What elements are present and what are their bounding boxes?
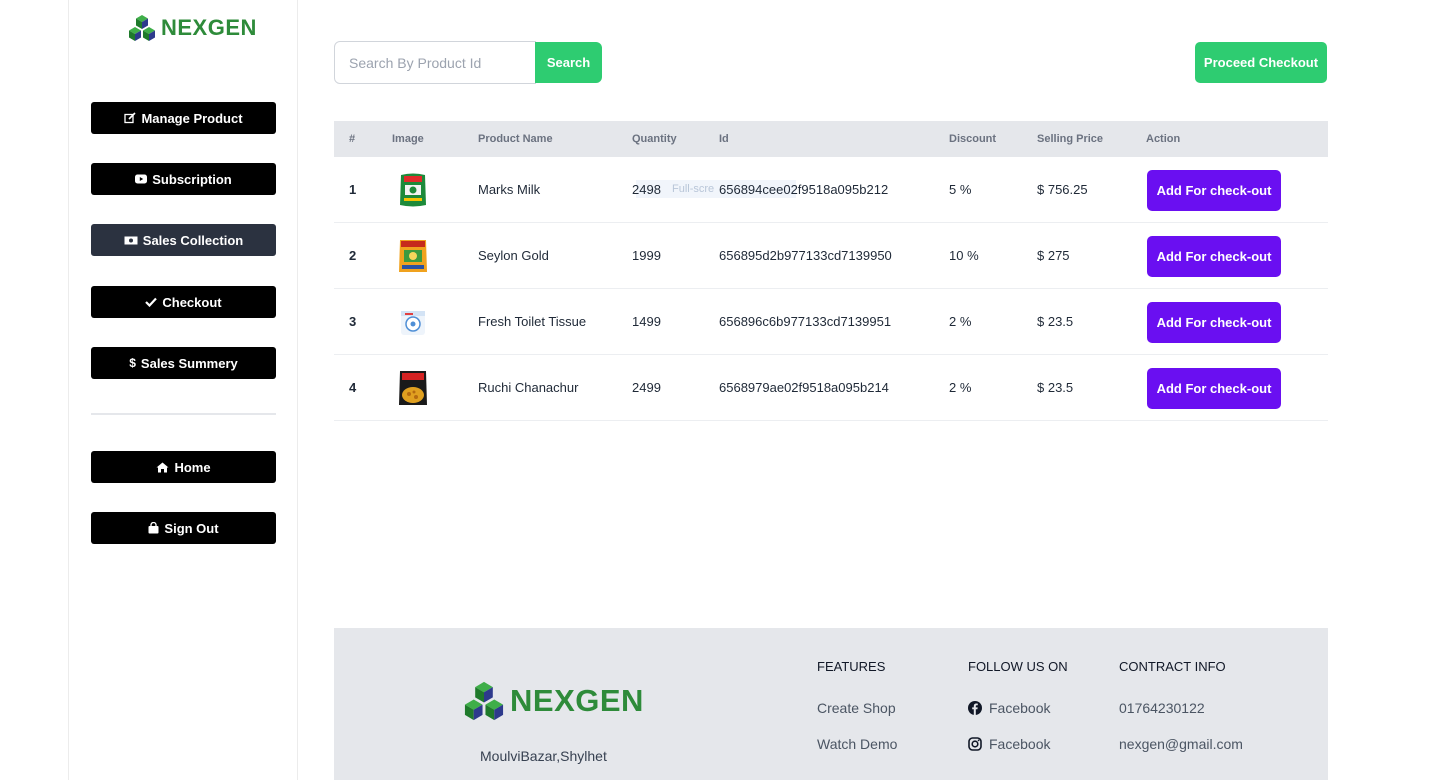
- table-row: 1 Marks Milk Full-scre 2498 656894cee02f…: [334, 157, 1328, 223]
- product-name: Ruchi Chanachur: [478, 380, 579, 395]
- home-label: Home: [174, 459, 211, 475]
- cubes-logo-icon: [129, 15, 155, 41]
- home-icon: [156, 462, 169, 473]
- manage-product-button[interactable]: Manage Product: [91, 102, 276, 134]
- product-name: Seylon Gold: [478, 248, 549, 263]
- manage-product-label: Manage Product: [141, 110, 243, 126]
- product-quantity: 2498: [632, 182, 661, 197]
- search-input[interactable]: [334, 41, 536, 84]
- product-quantity: 1999: [632, 248, 661, 263]
- header-image: Image: [392, 133, 424, 145]
- header-quantity: Quantity: [632, 133, 677, 145]
- header-index: #: [349, 133, 356, 145]
- proceed-checkout-button[interactable]: Proceed Checkout: [1195, 42, 1327, 83]
- sign-out-label: Sign Out: [164, 520, 219, 536]
- check-icon: [145, 297, 158, 307]
- row-number: 2: [349, 248, 357, 263]
- checkout-label: Checkout: [162, 294, 222, 310]
- product-quantity: 1499: [632, 314, 661, 329]
- edit-icon: [124, 112, 137, 124]
- cubes-logo-icon: [464, 681, 504, 721]
- checkout-button[interactable]: Checkout: [91, 286, 276, 318]
- dollar-icon: $: [129, 356, 136, 370]
- product-id: 6568979ae02f9518a095b214: [719, 380, 889, 395]
- product-name: Fresh Toilet Tissue: [478, 314, 587, 329]
- product-discount: 2 %: [949, 314, 972, 329]
- table-row: 3 Fresh Toilet Tissue 1499 656896c6b9771…: [334, 289, 1328, 355]
- table-row: 4 Ruchi Chanachur 2499 6568979ae02f9518a…: [334, 355, 1328, 421]
- sales-summery-label: Sales Summery: [140, 355, 238, 371]
- product-id: 656896c6b977133cd7139951: [719, 314, 892, 329]
- home-button[interactable]: Home: [91, 451, 276, 483]
- instagram-icon: [968, 737, 982, 751]
- sales-summery-button[interactable]: $ Sales Summery: [91, 347, 276, 379]
- product-price: $ 23.5: [1037, 380, 1074, 395]
- table-row: 2 Seylon Gold 1999 656895d2b977133cd7139…: [334, 223, 1328, 289]
- follow-us-heading: FOLLOW US ON: [968, 659, 1068, 674]
- contact-email[interactable]: nexgen@gmail.com: [1119, 736, 1243, 752]
- facebook-icon: [968, 701, 982, 715]
- header-selling-price: Selling Price: [1037, 133, 1104, 145]
- search-button[interactable]: Search: [535, 42, 602, 83]
- product-price: $ 275: [1037, 248, 1070, 263]
- sidebar-divider: [91, 413, 276, 415]
- table-header: # Image Product Name Quantity Id Discoun…: [334, 121, 1328, 157]
- footer-brand-logo[interactable]: NEXGEN: [462, 680, 644, 722]
- product-price: $ 23.5: [1037, 314, 1074, 329]
- product-id: 656894cee02f9518a095b212: [719, 182, 889, 197]
- tea-pack-image: [399, 240, 427, 272]
- money-bill-icon: [124, 236, 138, 245]
- tissue-roll-image: [401, 311, 425, 335]
- header-action: Action: [1146, 133, 1181, 145]
- footer-address: MoulviBazar,Shylhet: [480, 748, 607, 764]
- contact-phone: 01764230122: [1119, 700, 1205, 716]
- watch-demo-link[interactable]: Watch Demo: [817, 736, 897, 752]
- chanachur-pack-image: [399, 371, 427, 405]
- facebook-link[interactable]: Facebook: [968, 700, 1050, 716]
- product-discount: 10 %: [949, 248, 979, 263]
- add-for-checkout-button[interactable]: Add For check-out: [1147, 368, 1281, 409]
- add-for-checkout-button[interactable]: Add For check-out: [1147, 302, 1281, 343]
- add-for-checkout-button[interactable]: Add For check-out: [1147, 170, 1281, 211]
- product-name: Marks Milk: [478, 182, 541, 197]
- instagram-link[interactable]: Facebook: [968, 736, 1050, 752]
- instagram-link-label: Facebook: [989, 736, 1051, 752]
- add-for-checkout-button[interactable]: Add For check-out: [1147, 236, 1281, 277]
- subscription-label: Subscription: [152, 171, 232, 187]
- brand-logo[interactable]: NEXGEN: [127, 14, 257, 42]
- header-id: Id: [719, 133, 729, 145]
- row-number: 3: [349, 314, 357, 329]
- youtube-icon: [135, 174, 148, 184]
- header-product-name: Product Name: [478, 133, 553, 145]
- brand-name: NEXGEN: [161, 15, 257, 40]
- product-quantity: 2499: [632, 380, 661, 395]
- search-bar: Search: [334, 41, 602, 84]
- sidebar: NEXGEN Manage Product Subscription Sales…: [68, 0, 298, 780]
- row-number: 4: [349, 380, 357, 395]
- product-price: $ 756.25: [1037, 182, 1088, 197]
- header-discount: Discount: [949, 133, 997, 145]
- facebook-link-label: Facebook: [989, 700, 1051, 716]
- product-id: 656895d2b977133cd7139950: [719, 248, 892, 263]
- create-shop-link[interactable]: Create Shop: [817, 700, 896, 716]
- products-table: # Image Product Name Quantity Id Discoun…: [334, 121, 1328, 421]
- product-discount: 2 %: [949, 380, 972, 395]
- footer-brand-name: NEXGEN: [510, 683, 644, 718]
- product-discount: 5 %: [949, 182, 972, 197]
- sales-collection-button[interactable]: Sales Collection: [91, 224, 276, 256]
- subscription-button[interactable]: Subscription: [91, 163, 276, 195]
- contact-heading: CONTRACT INFO: [1119, 659, 1226, 674]
- features-heading: FEATURES: [817, 659, 886, 674]
- milk-pack-image: [400, 173, 426, 207]
- footer: NEXGEN MoulviBazar,Shylhet FEATURES Crea…: [334, 628, 1328, 780]
- sales-collection-label: Sales Collection: [142, 232, 244, 248]
- shopping-bag-icon: [148, 522, 159, 534]
- sign-out-button[interactable]: Sign Out: [91, 512, 276, 544]
- row-number: 1: [349, 182, 357, 197]
